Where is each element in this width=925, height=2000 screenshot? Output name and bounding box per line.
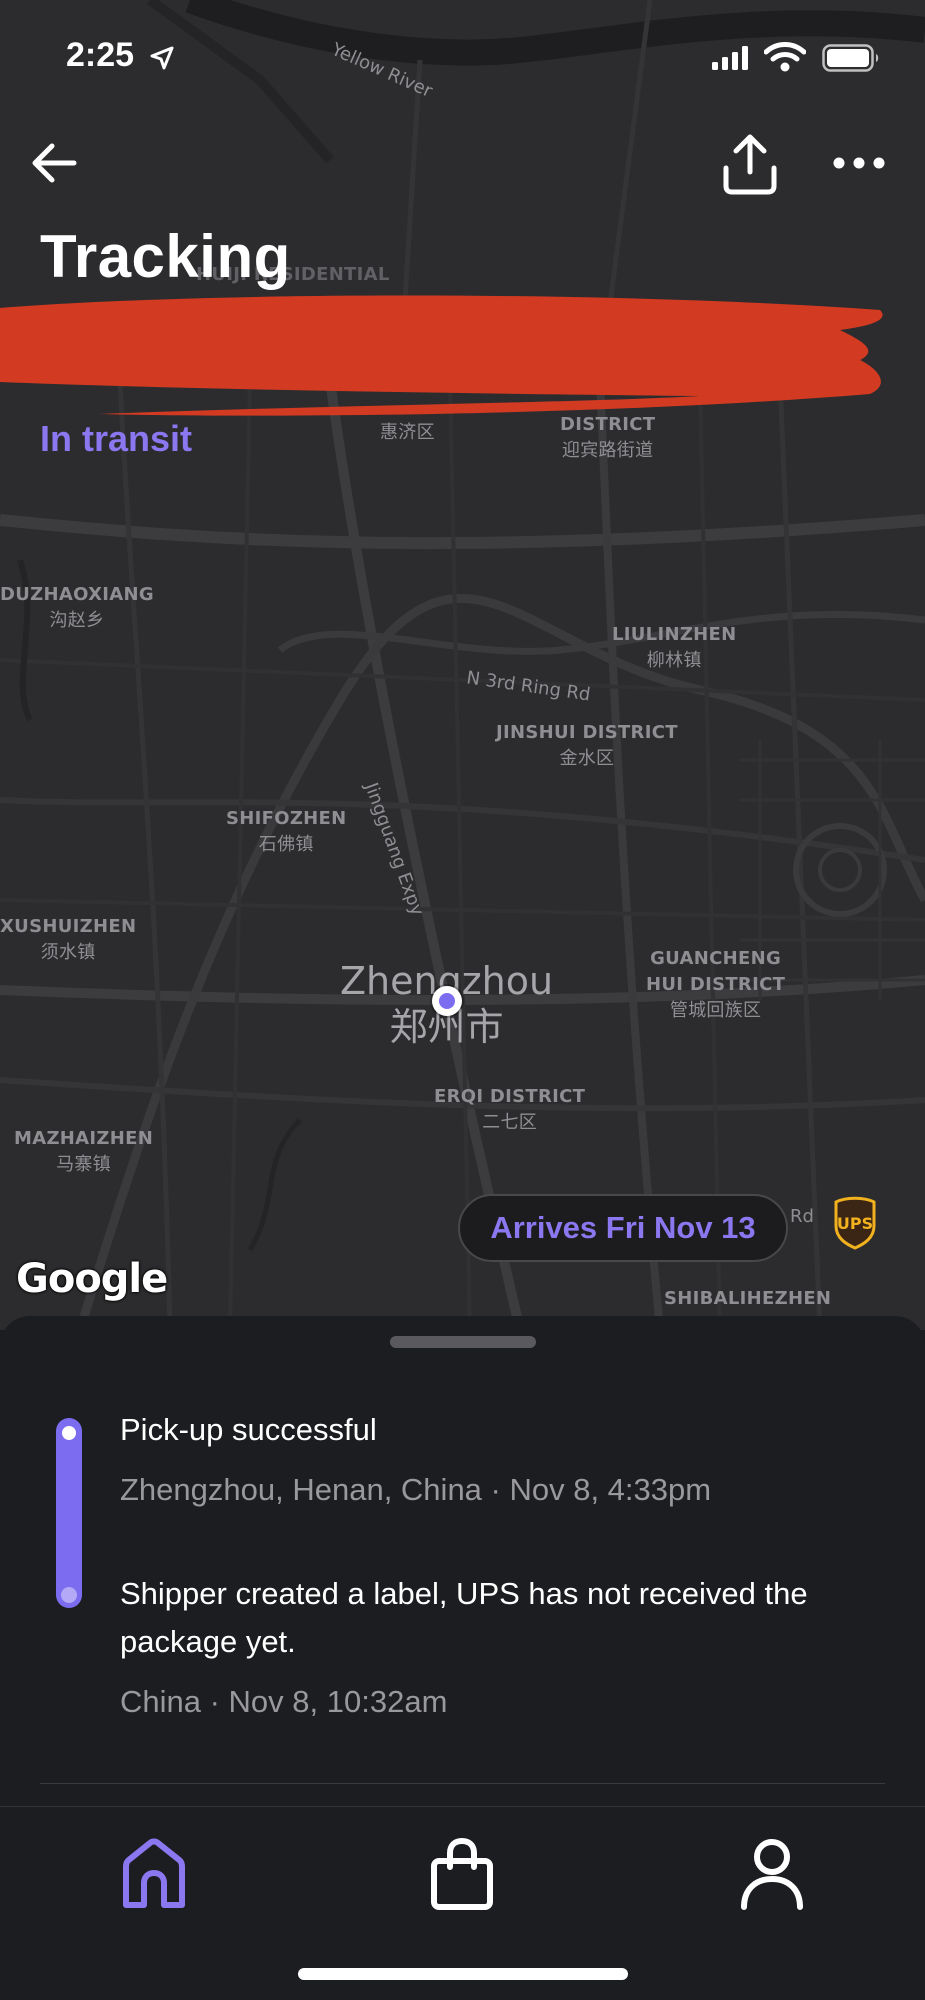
map-label-guancheng: GUANCHENG HUI DISTRICT 管城回族区 — [646, 948, 786, 1021]
event-meta: China · Nov 8, 10:32am — [120, 1684, 448, 1719]
home-indicator — [298, 1968, 628, 1980]
ups-logo: UPS — [834, 1196, 876, 1250]
map-label-shibalihezhen: SHIBALIHEZHEN — [664, 1288, 832, 1309]
tracking-screen: Yellow River HUIJI RESIDENTIAL 惠济区 DISTR… — [0, 0, 925, 2000]
tracking-sheet[interactable]: Pick-up successful Zhengzhou, Henan, Chi… — [0, 1316, 925, 1806]
map-label-xushuizhen: XUSHUIZHEN 须水镇 — [0, 916, 137, 963]
arrival-estimate-badge: Arrives Fri Nov 13 — [458, 1194, 788, 1262]
status-time: 2:25 — [66, 36, 135, 74]
timeline-dot-current — [62, 1426, 76, 1440]
profile-icon[interactable] — [732, 1833, 812, 1913]
timeline-bar — [56, 1418, 82, 1608]
event-title: Pick-up successful — [120, 1412, 377, 1447]
tracking-status: In transit — [40, 418, 193, 459]
status-bar: 2:25 — [0, 0, 925, 110]
page-title: Tracking — [40, 223, 291, 290]
cellular-signal-icon — [712, 46, 748, 70]
map-label-erqi: ERQI DISTRICT 二七区 — [434, 1086, 586, 1133]
share-icon[interactable] — [718, 132, 782, 196]
wifi-icon — [764, 42, 806, 72]
home-icon[interactable] — [114, 1833, 194, 1913]
timeline-dot-previous — [61, 1587, 77, 1603]
back-arrow-icon[interactable] — [28, 136, 82, 190]
sheet-drag-handle[interactable] — [390, 1336, 536, 1348]
map-label-shifozhen: SHIFOZHEN 石佛镇 — [226, 808, 347, 855]
divider — [40, 1783, 885, 1784]
road-label-rd: Rd — [790, 1206, 814, 1227]
map-label-duzhaoxiang: DUZHAOXIANG 沟赵乡 — [0, 584, 154, 631]
location-pin[interactable] — [432, 986, 462, 1016]
shopping-bag-icon[interactable] — [422, 1833, 502, 1913]
redaction-scribble — [0, 295, 883, 416]
google-attribution: Google — [16, 1256, 168, 1302]
more-options-icon[interactable] — [832, 148, 886, 178]
map-label-jinshui: JINSHUI DISTRICT 金水区 — [496, 722, 678, 769]
map-label-mazhaizhen: MAZHAIZHEN 马寨镇 — [14, 1128, 154, 1175]
event-meta: Zhengzhou, Henan, China · Nov 8, 4:33pm — [120, 1472, 712, 1507]
location-arrow-icon — [150, 46, 174, 70]
event-title: Shipper created a label, UPS has not rec… — [120, 1576, 808, 1659]
battery-icon — [822, 44, 879, 72]
map-view[interactable]: Yellow River HUIJI RESIDENTIAL 惠济区 DISTR… — [0, 0, 925, 1330]
svg-text:UPS: UPS — [837, 1214, 873, 1233]
map-label-liulinzhen: LIULINZHEN 柳林镇 — [612, 624, 737, 671]
